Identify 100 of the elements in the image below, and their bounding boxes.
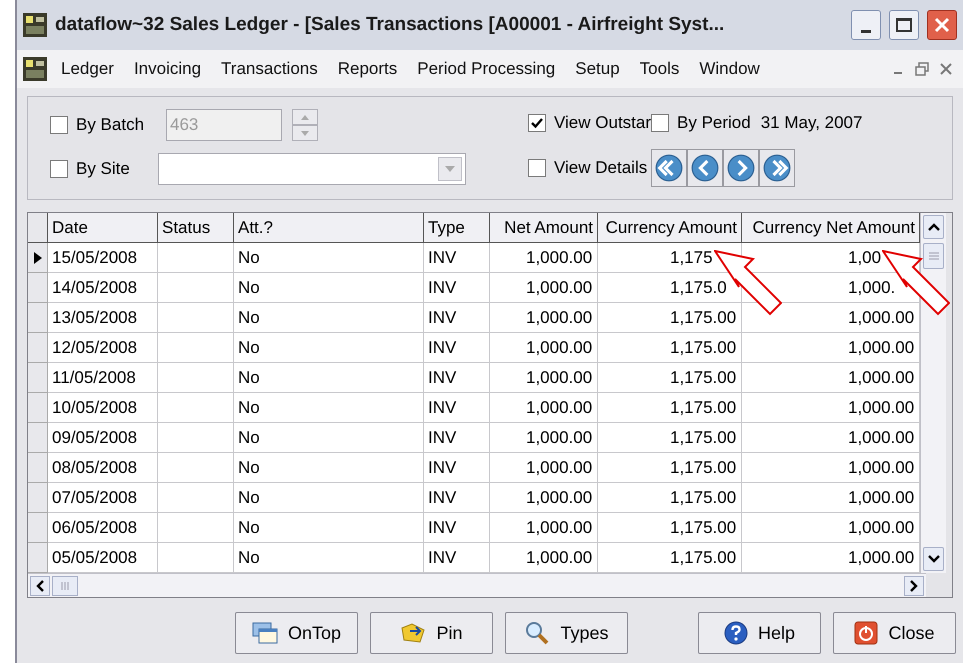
column-header[interactable]: Net Amount <box>490 213 598 243</box>
column-header[interactable]: Currency Net Amount <box>742 213 920 243</box>
checkbox-label: By Period <box>677 112 751 134</box>
minimize-button[interactable] <box>851 10 881 40</box>
vertical-scrollbar[interactable] <box>920 213 946 573</box>
table-cell-text: INV <box>428 486 456 509</box>
table-cell-text: 1,000.00 <box>848 486 914 509</box>
checkbox-label: By Batch <box>76 114 146 136</box>
nav-button[interactable] <box>759 149 796 187</box>
table-cell-text: 1,000.00 <box>848 306 914 329</box>
column-header[interactable]: Type <box>424 213 490 243</box>
checkbox[interactable] <box>651 114 670 132</box>
table-cell-text: 1,000.00 <box>526 516 592 539</box>
toolbar-button[interactable]: OnTop <box>235 612 358 654</box>
scroll-thumb-icon <box>61 582 69 590</box>
menu-item[interactable]: Invoicing <box>134 56 202 82</box>
nav-button[interactable] <box>723 149 760 187</box>
table-cell-text: INV <box>428 426 456 449</box>
table-cell-text: 06/05/2008 <box>52 516 138 539</box>
table-cell-text: 1,175.00 <box>670 426 736 449</box>
nav-button[interactable] <box>687 149 724 187</box>
period-date: 31 May, 2007 <box>760 112 862 134</box>
table-cell-text: 1,175.00 <box>670 336 736 359</box>
table-cell-text: 1,000.00 <box>848 336 914 359</box>
checkbox[interactable] <box>528 159 546 177</box>
table-cell-text: 09/05/2008 <box>52 426 138 449</box>
table-cell-text: INV <box>428 546 456 569</box>
table-cell-text: No <box>238 546 260 569</box>
table-cell-text: INV <box>428 516 456 539</box>
toolbar-button[interactable]: Types <box>505 612 628 654</box>
table-cell-text: 1,000.00 <box>526 546 592 569</box>
table-cell-text: 12/05/2008 <box>52 336 138 359</box>
table-cell-text: 1,000.00 <box>526 276 592 299</box>
column-header[interactable]: Att.? <box>234 213 424 243</box>
menu-item[interactable]: Reports <box>338 56 398 82</box>
checkbox[interactable] <box>528 114 546 132</box>
table-cell-text: 1,000.00 <box>848 456 914 479</box>
close-icon[interactable] <box>939 62 953 76</box>
table-cell-text: 11/05/2008 <box>52 366 136 389</box>
table-cell-text: 08/05/2008 <box>52 456 138 479</box>
app-logo-icon <box>23 57 47 81</box>
help-button[interactable]: Help <box>698 612 821 654</box>
column-header[interactable]: Currency Amount <box>598 213 742 243</box>
help-icon <box>724 621 748 645</box>
table-cell-text: INV <box>428 366 456 389</box>
table-cell-text: INV <box>428 456 456 479</box>
table-cell-text: No <box>238 366 260 389</box>
menu-item[interactable]: Tools <box>640 56 680 82</box>
next-record-icon <box>727 154 756 182</box>
site-dropdown[interactable] <box>158 153 466 185</box>
table-cell-text: 1,000.00 <box>848 546 914 569</box>
horizontal-scrollbar[interactable] <box>28 573 926 597</box>
table-cell-text: No <box>238 426 260 449</box>
table-cell-text: 1,175.00 <box>670 546 736 569</box>
table-cell-text: 1,000.00 <box>848 516 914 539</box>
menu-item[interactable]: Window <box>699 56 760 82</box>
table-cell-text: 1,000.00 <box>848 366 914 389</box>
scroll-left-icon <box>36 580 44 592</box>
table-cell-text: 1,175.0 <box>670 276 727 299</box>
column-header[interactable]: Status <box>158 213 234 243</box>
restore-icon[interactable] <box>915 62 929 76</box>
column-header[interactable]: Date <box>48 213 158 243</box>
table-cell-text: 1,175.00 <box>670 366 736 389</box>
checkbox[interactable] <box>50 160 68 178</box>
last-record-icon <box>763 154 792 182</box>
menu-item[interactable]: Transactions <box>221 56 318 82</box>
table-cell-text: 1,000.00 <box>848 396 914 419</box>
scroll-up-icon <box>928 223 940 231</box>
table-cell-text: 1,000.00 <box>526 366 592 389</box>
table-cell-text: 1,000.00 <box>526 246 592 269</box>
checkbox-label: By Site <box>76 158 131 180</box>
table-cell-text: No <box>238 516 260 539</box>
nav-button[interactable] <box>651 149 688 187</box>
table-cell-text: 1,000.00 <box>526 306 592 329</box>
menu-item[interactable]: Setup <box>575 56 620 82</box>
table-cell-text: 1,000. <box>848 276 896 299</box>
dropdown-caret-icon <box>445 166 455 172</box>
current-row-icon <box>34 252 42 264</box>
table-cell-text: 1,000.00 <box>526 486 592 509</box>
close-button[interactable]: Close <box>833 612 956 654</box>
menu-item[interactable]: Period Processing <box>417 56 556 82</box>
close-window-button[interactable] <box>927 10 957 40</box>
table-cell-text: 14/05/2008 <box>52 276 138 299</box>
window-title: dataflow~32 Sales Ledger - [Sales Transactions [A00001 - Airfreight Syst... <box>55 12 726 37</box>
row-indicator[interactable] <box>28 243 48 273</box>
maximize-button[interactable] <box>889 10 919 40</box>
table-cell-text: No <box>238 396 260 419</box>
toolbar-button[interactable]: Pin <box>370 612 493 654</box>
table-cell-text: 15/05/2008 <box>52 246 138 269</box>
previous-record-icon <box>691 154 720 182</box>
table-cell-text: 1,000.00 <box>526 336 592 359</box>
menu-item[interactable]: Ledger <box>61 56 114 82</box>
table-cell-text: No <box>238 336 260 359</box>
table-cell-text: INV <box>428 306 456 329</box>
close-icon <box>934 17 950 33</box>
scroll-thumb-icon <box>928 252 938 260</box>
first-record-icon <box>655 154 684 182</box>
pin-icon <box>400 622 426 644</box>
table-cell-text: 10/05/2008 <box>52 396 138 419</box>
table-cell-text: 05/05/2008 <box>52 546 138 569</box>
